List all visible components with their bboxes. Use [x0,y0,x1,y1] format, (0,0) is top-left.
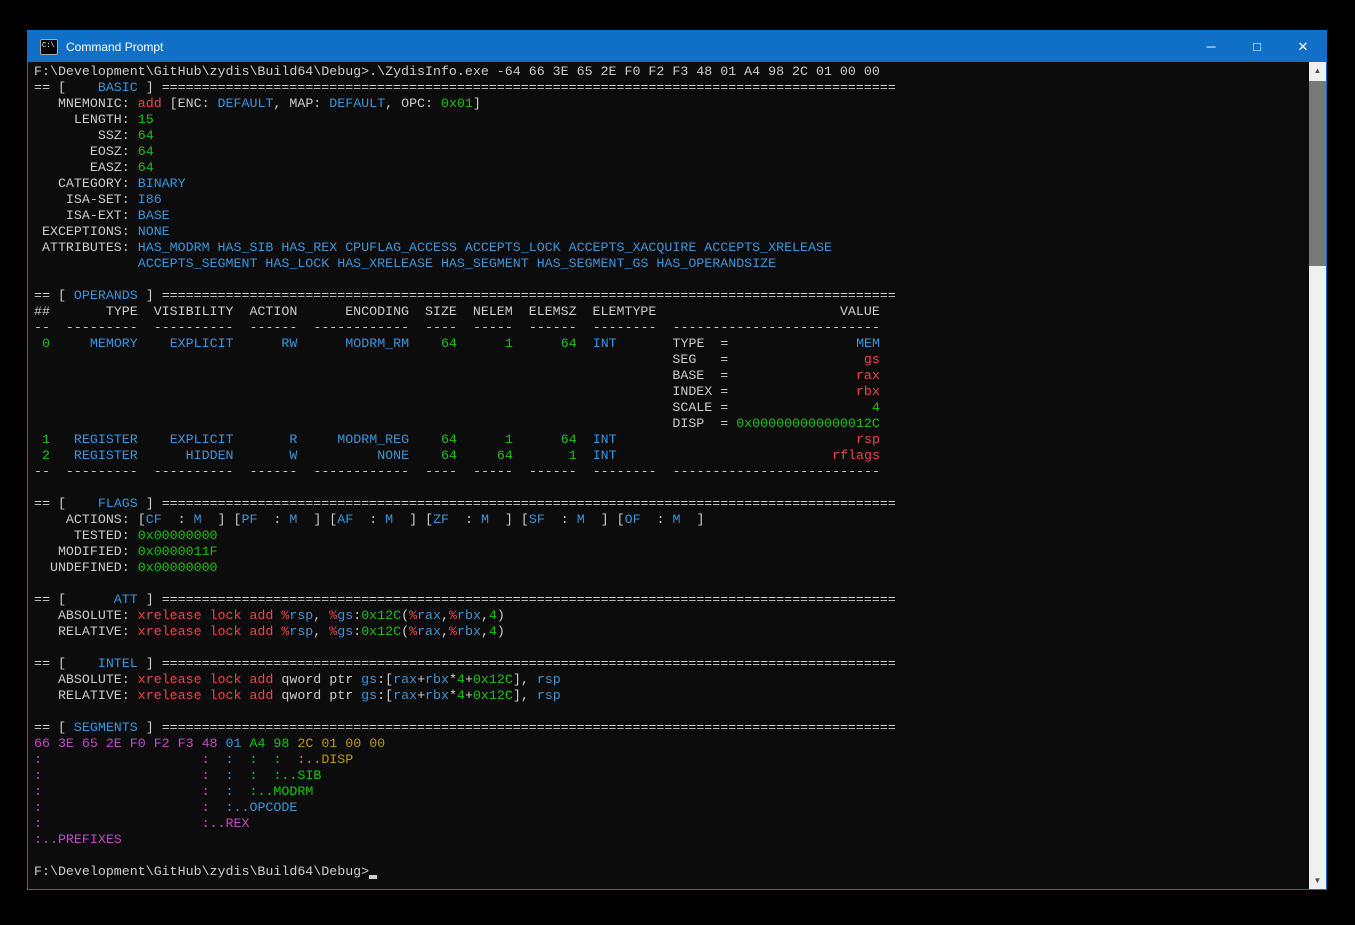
titlebar[interactable]: C:\ Command Prompt ─ □ ✕ [28,31,1326,62]
terminal-line [34,576,1309,592]
terminal-line: ABSOLUTE: xrelease lock add %rsp, %gs:0x… [34,608,1309,624]
window-title: Command Prompt [66,40,1188,54]
console-area: F:\Development\GitHub\zydis\Build64\Debu… [28,62,1326,889]
cmd-icon: C:\ [40,39,58,55]
console-output[interactable]: F:\Development\GitHub\zydis\Build64\Debu… [28,62,1309,889]
terminal-line: ACCEPTS_SEGMENT HAS_LOCK HAS_XRELEASE HA… [34,256,1309,272]
terminal-line: SSZ: 64 [34,128,1309,144]
scrollbar-thumb[interactable] [1309,81,1326,266]
scroll-up-icon: ▲ [1314,66,1322,75]
terminal-line: ABSOLUTE: xrelease lock add qword ptr gs… [34,672,1309,688]
terminal-line: EOSZ: 64 [34,144,1309,160]
terminal-line: RELATIVE: xrelease lock add %rsp, %gs:0x… [34,624,1309,640]
terminal-line [34,640,1309,656]
terminal-line: DISP = 0x000000000000012C [34,416,1309,432]
terminal-line: : : : :..MODRM [34,784,1309,800]
terminal-line: 0 MEMORY EXPLICIT RW MODRM_RM 64 1 64 IN… [34,336,1309,352]
terminal-line: : : :..OPCODE [34,800,1309,816]
terminal-line: ACTIONS: [CF : M ] [PF : M ] [AF : M ] [… [34,512,1309,528]
terminal-line [34,480,1309,496]
scroll-down-icon: ▼ [1314,876,1322,885]
terminal-line: 2 REGISTER HIDDEN W NONE 64 64 1 INT rfl… [34,448,1309,464]
minimize-button[interactable]: ─ [1188,31,1234,62]
terminal-line: F:\Development\GitHub\zydis\Build64\Debu… [34,64,1309,80]
terminal-line: CATEGORY: BINARY [34,176,1309,192]
window-controls: ─ □ ✕ [1188,31,1326,62]
terminal-line: ISA-SET: I86 [34,192,1309,208]
close-button[interactable]: ✕ [1280,31,1326,62]
minimize-icon: ─ [1206,39,1215,54]
terminal-line [34,704,1309,720]
terminal-line: == [ BASIC ] ===========================… [34,80,1309,96]
terminal-line: == [ FLAGS ] ===========================… [34,496,1309,512]
terminal-line: RELATIVE: xrelease lock add qword ptr gs… [34,688,1309,704]
terminal-line: BASE = rax [34,368,1309,384]
terminal-line: -- --------- ---------- ------ ---------… [34,320,1309,336]
terminal-line: 66 3E 65 2E F0 F2 F3 48 01 A4 98 2C 01 0… [34,736,1309,752]
terminal-line: ## TYPE VISIBILITY ACTION ENCODING SIZE … [34,304,1309,320]
terminal-line: TESTED: 0x00000000 [34,528,1309,544]
terminal-line: MNEMONIC: add [ENC: DEFAULT, MAP: DEFAUL… [34,96,1309,112]
terminal-window: C:\ Command Prompt ─ □ ✕ F:\Development\… [27,30,1327,890]
terminal-line: ATTRIBUTES: HAS_MODRM HAS_SIB HAS_REX CP… [34,240,1309,256]
scrollbar-up-button[interactable]: ▲ [1309,62,1326,79]
terminal-line: ISA-EXT: BASE [34,208,1309,224]
terminal-line: LENGTH: 15 [34,112,1309,128]
close-icon: ✕ [1298,39,1309,55]
terminal-line: SEG = gs [34,352,1309,368]
terminal-line: : : : : :..SIB [34,768,1309,784]
terminal-line: 1 REGISTER EXPLICIT R MODRM_REG 64 1 64 … [34,432,1309,448]
terminal-line: : : : : : :..DISP [34,752,1309,768]
terminal-line: EASZ: 64 [34,160,1309,176]
scrollbar[interactable]: ▲ ▼ [1309,62,1326,889]
terminal-line: -- --------- ---------- ------ ---------… [34,464,1309,480]
terminal-line: SCALE = 4 [34,400,1309,416]
terminal-line: F:\Development\GitHub\zydis\Build64\Debu… [34,864,1309,880]
terminal-line: == [ OPERANDS ] ========================… [34,288,1309,304]
terminal-line: UNDEFINED: 0x00000000 [34,560,1309,576]
terminal-line: == [ INTEL ] ===========================… [34,656,1309,672]
terminal-line: MODIFIED: 0x0000011F [34,544,1309,560]
scrollbar-track[interactable] [1309,79,1326,872]
maximize-button[interactable]: □ [1234,31,1280,62]
terminal-line: EXCEPTIONS: NONE [34,224,1309,240]
terminal-line: == [ SEGMENTS ] ========================… [34,720,1309,736]
terminal-line: :..PREFIXES [34,832,1309,848]
maximize-icon: □ [1253,39,1261,54]
scrollbar-down-button[interactable]: ▼ [1309,872,1326,889]
desktop: { "window": { "title": "Command Prompt",… [0,0,1355,925]
terminal-line [34,848,1309,864]
terminal-line: == [ ATT ] =============================… [34,592,1309,608]
terminal-line: : :..REX [34,816,1309,832]
terminal-line [34,272,1309,288]
terminal-line: INDEX = rbx [34,384,1309,400]
